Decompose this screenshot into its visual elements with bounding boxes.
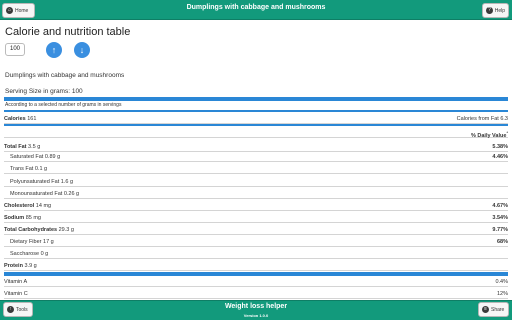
- nutrient-row: Monounsaturated Fat 0.26 g: [4, 189, 508, 199]
- daily-value-header: % Daily Value: [470, 132, 507, 139]
- nutrient-amount: 0.26 g: [63, 191, 80, 197]
- nutrient-amount: 0 g: [40, 251, 49, 257]
- nutrient-name: Dietary Fiber: [10, 239, 42, 245]
- nutrient-dv: 4.46%: [492, 154, 508, 160]
- nutrient-dv: 5.38%: [492, 144, 508, 150]
- nutrient-amount: 17 g: [43, 239, 54, 245]
- page-header-title: Dumplings with cabbage and mushrooms: [186, 4, 326, 11]
- nutrient-name: Trans Fat: [10, 166, 34, 172]
- nutrient-dv: 0.4%: [495, 279, 508, 285]
- nutrient-row: Polyunsaturated Fat 1.6 g: [4, 177, 508, 187]
- nutrient-row: Saturated Fat 0.89 g 4.46%: [4, 152, 508, 162]
- nutrient-amount: 3.9 g: [24, 263, 37, 269]
- nutrient-row: Trans Fat 0.1 g: [4, 164, 508, 174]
- nutrient-name: Vitamin C: [4, 291, 28, 297]
- nutrient-amount: 1.6 g: [60, 179, 73, 185]
- nutrient-name: Cholesterol: [4, 203, 35, 209]
- nutrient-amount: 0.89 g: [44, 154, 61, 160]
- help-button-label: Help: [494, 7, 505, 14]
- nutrient-name: Polyunsaturated Fat: [10, 179, 60, 185]
- decrease-grams-button[interactable]: ↓: [74, 42, 90, 58]
- app-header: ⌂ Home Dumplings with cabbage and mushro…: [0, 0, 512, 20]
- footer-title: Weight loss helper: [224, 303, 288, 310]
- nutrient-name: Sodium: [4, 215, 25, 221]
- arrow-up-icon: ↑: [51, 45, 57, 55]
- share-button[interactable]: ≡ Share: [478, 302, 509, 317]
- divider-thick: [4, 272, 508, 276]
- tools-icon: ↑: [7, 306, 14, 313]
- share-button-label: Share: [491, 306, 505, 313]
- nutrient-row: Total Carbohydrates 29.3 g 9.77%: [4, 225, 508, 235]
- calories-row: Calories 161 Calories from Fat 6.3: [4, 114, 508, 124]
- divider-thin: [4, 110, 508, 112]
- nutrient-dv: 4.67%: [492, 203, 508, 209]
- daily-value-mark: *: [506, 130, 508, 135]
- nutrient-row: Dietary Fiber 17 g 68%: [4, 237, 508, 247]
- arrow-down-icon: ↓: [79, 45, 85, 55]
- footer-version: Version 1.0.0: [243, 313, 269, 318]
- nutrient-dv: 9.77%: [492, 227, 508, 233]
- nutrient-dv: 12%: [496, 291, 508, 297]
- serving-note: According to a selected number of grams …: [5, 102, 122, 108]
- nutrient-name: Vitamin A: [4, 279, 28, 285]
- tools-button[interactable]: ↑ Tools: [3, 302, 33, 317]
- nutrient-row: Cholesterol 14 mg 4.67%: [4, 201, 508, 211]
- nutrient-amount: 85 mg: [25, 215, 41, 221]
- main-content: Calorie and nutrition table 100 ↑ ↓ Dump…: [0, 21, 512, 300]
- dish-name: Dumplings with cabbage and mushrooms: [5, 72, 125, 79]
- tools-button-label: Tools: [16, 306, 28, 313]
- nutrient-row: Vitamin C 12%: [4, 289, 508, 299]
- divider-thin: [4, 124, 508, 126]
- serving-size: Serving Size in grams: 100: [5, 88, 83, 95]
- calories-from-fat: Calories from Fat 6.3: [456, 116, 508, 122]
- grams-input[interactable]: 100: [5, 43, 25, 56]
- increase-grams-button[interactable]: ↑: [46, 42, 62, 58]
- nutrient-row: Saccharose 0 g: [4, 249, 508, 259]
- nutrient-name: Total Carbohydrates: [4, 227, 58, 233]
- page-title: Calorie and nutrition table: [5, 26, 131, 38]
- help-button[interactable]: ? Help: [482, 3, 509, 18]
- nutrient-row: Vitamin A 0.4%: [4, 277, 508, 287]
- divider-thick: [4, 97, 508, 101]
- nutrient-name: Total Fat: [4, 144, 27, 150]
- app-footer: Weight loss helper Version 1.0.0: [0, 300, 512, 320]
- nutrient-name: Monounsaturated Fat: [10, 191, 63, 197]
- nutrient-amount: 3.5 g: [28, 144, 41, 150]
- nutrient-amount: 0.1 g: [34, 166, 48, 172]
- nutrient-name: Saturated Fat: [10, 154, 44, 160]
- nutrient-name: Protein: [4, 263, 23, 269]
- daily-value-header-row: % Daily Value*: [4, 128, 508, 139]
- help-icon: ?: [486, 7, 493, 14]
- calories-value: 161: [27, 116, 37, 122]
- nutrient-row: Sodium 85 mg 3.54%: [4, 213, 508, 223]
- nutrient-dv: 68%: [496, 239, 508, 245]
- calories-label: Calories: [4, 116, 26, 122]
- nutrient-name: Saccharose: [10, 251, 40, 257]
- share-icon: ≡: [482, 306, 489, 313]
- nutrient-amount: 14 mg: [35, 203, 52, 209]
- nutrient-row: Total Fat 3.5 g 5.38%: [4, 142, 508, 152]
- nutrient-amount: 29.3 g: [58, 227, 74, 233]
- nutrient-row: Protein 3.9 g: [4, 261, 508, 271]
- nutrient-dv: 3.54%: [492, 215, 508, 221]
